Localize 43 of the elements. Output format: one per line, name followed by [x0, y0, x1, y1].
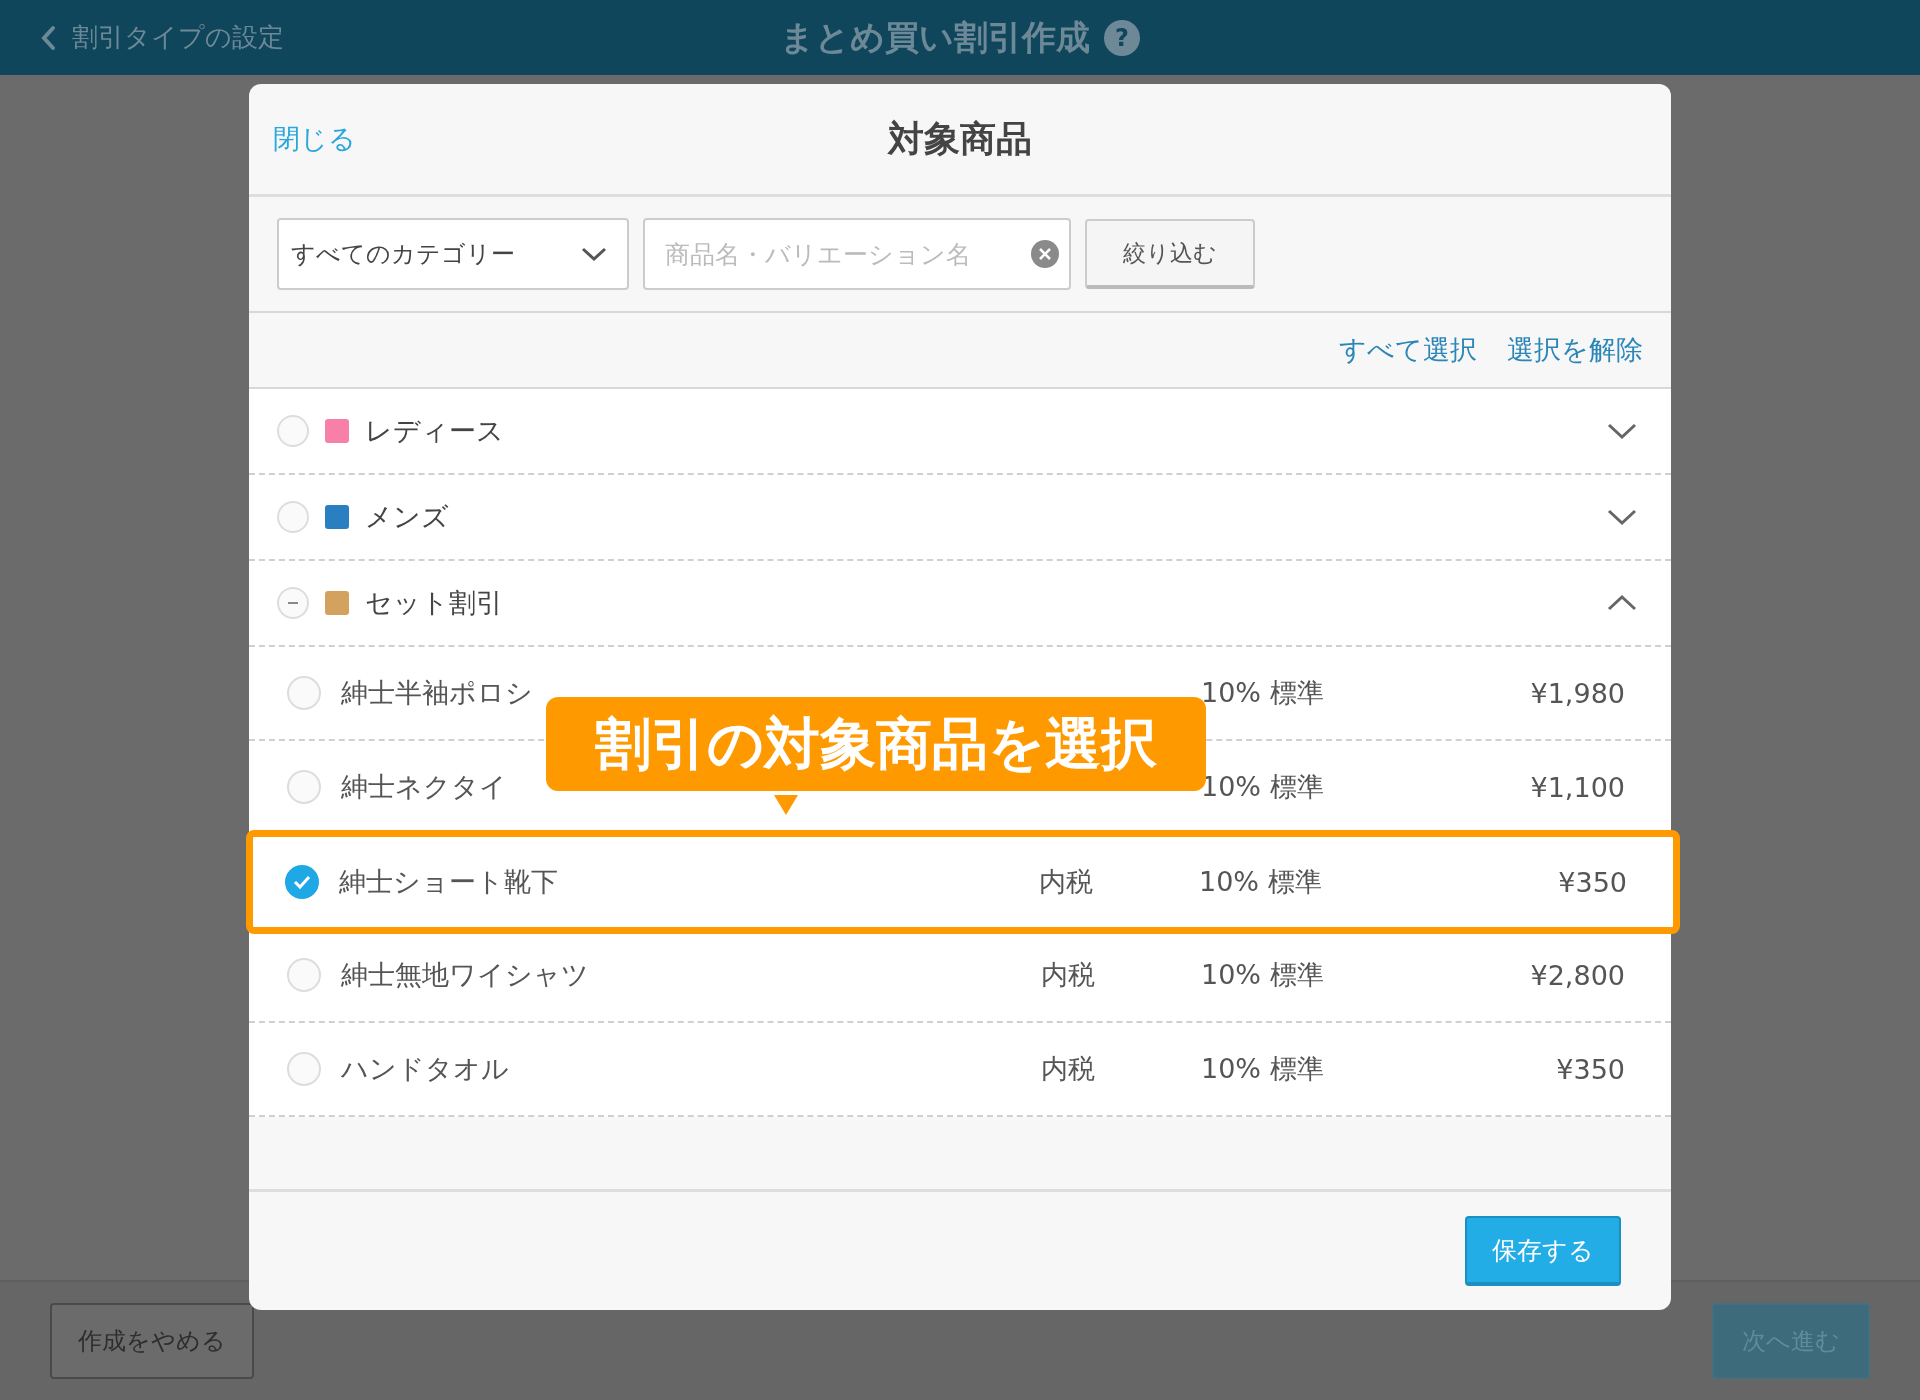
- tax-type: 内税: [1041, 1053, 1095, 1084]
- product-price: ¥350: [1556, 1053, 1625, 1085]
- select-all-link[interactable]: すべて選択: [1339, 332, 1477, 368]
- category-name: メンズ: [365, 500, 450, 534]
- callout-pointer: [774, 795, 798, 815]
- tax-rate: 10% 標準: [1199, 865, 1323, 899]
- chevron-down-icon: [581, 246, 607, 262]
- tax-rate: 10% 標準: [1201, 1052, 1325, 1086]
- product-name: ハンドタオル: [341, 1052, 510, 1086]
- product-name: 紳士半袖ポロシ: [341, 676, 534, 710]
- chevron-down-icon[interactable]: [1607, 422, 1637, 440]
- product-price: ¥2,800: [1530, 959, 1625, 991]
- check-icon: [292, 874, 312, 890]
- close-link[interactable]: 閉じる: [273, 121, 356, 157]
- category-name: レディース: [365, 414, 505, 448]
- product-price: ¥1,980: [1530, 677, 1625, 709]
- help-icon[interactable]: ?: [1104, 19, 1140, 56]
- deselect-all-link[interactable]: 選択を解除: [1507, 332, 1643, 368]
- chevron-down-icon[interactable]: [1607, 508, 1637, 526]
- product-name: 紳士ネクタイ: [341, 770, 508, 804]
- product-price: ¥350: [1558, 866, 1627, 898]
- search-field[interactable]: 商品名・バリエーション名: [643, 218, 1071, 290]
- category-dropdown[interactable]: すべてのカテゴリー: [277, 218, 629, 290]
- product-name: 紳士ショート靴下: [339, 865, 559, 899]
- product-price: ¥1,100: [1530, 771, 1625, 803]
- back-button[interactable]: 割引タイプの設定: [0, 20, 284, 55]
- chevron-left-icon: [40, 24, 56, 51]
- category-radio[interactable]: [277, 501, 309, 533]
- tax-type: 内税: [1041, 959, 1095, 990]
- clear-icon[interactable]: [1031, 240, 1059, 268]
- chevron-up-icon[interactable]: [1607, 594, 1637, 612]
- modal-title: 対象商品: [888, 116, 1032, 161]
- tax-rate: 10% 標準: [1201, 958, 1325, 992]
- category-radio[interactable]: [277, 415, 309, 447]
- cancel-button[interactable]: 作成をやめる: [50, 1303, 254, 1379]
- page-title: まとめ買い割引作成: [780, 15, 1090, 59]
- product-radio[interactable]: [285, 865, 319, 899]
- tax-type: 内税: [1039, 866, 1093, 897]
- save-button[interactable]: 保存する: [1465, 1216, 1621, 1286]
- category-radio[interactable]: [277, 587, 309, 619]
- product-name: 紳士無地ワイシャツ: [341, 958, 590, 992]
- filter-button[interactable]: 絞り込む: [1085, 219, 1255, 289]
- category-name: セット割引: [365, 586, 504, 620]
